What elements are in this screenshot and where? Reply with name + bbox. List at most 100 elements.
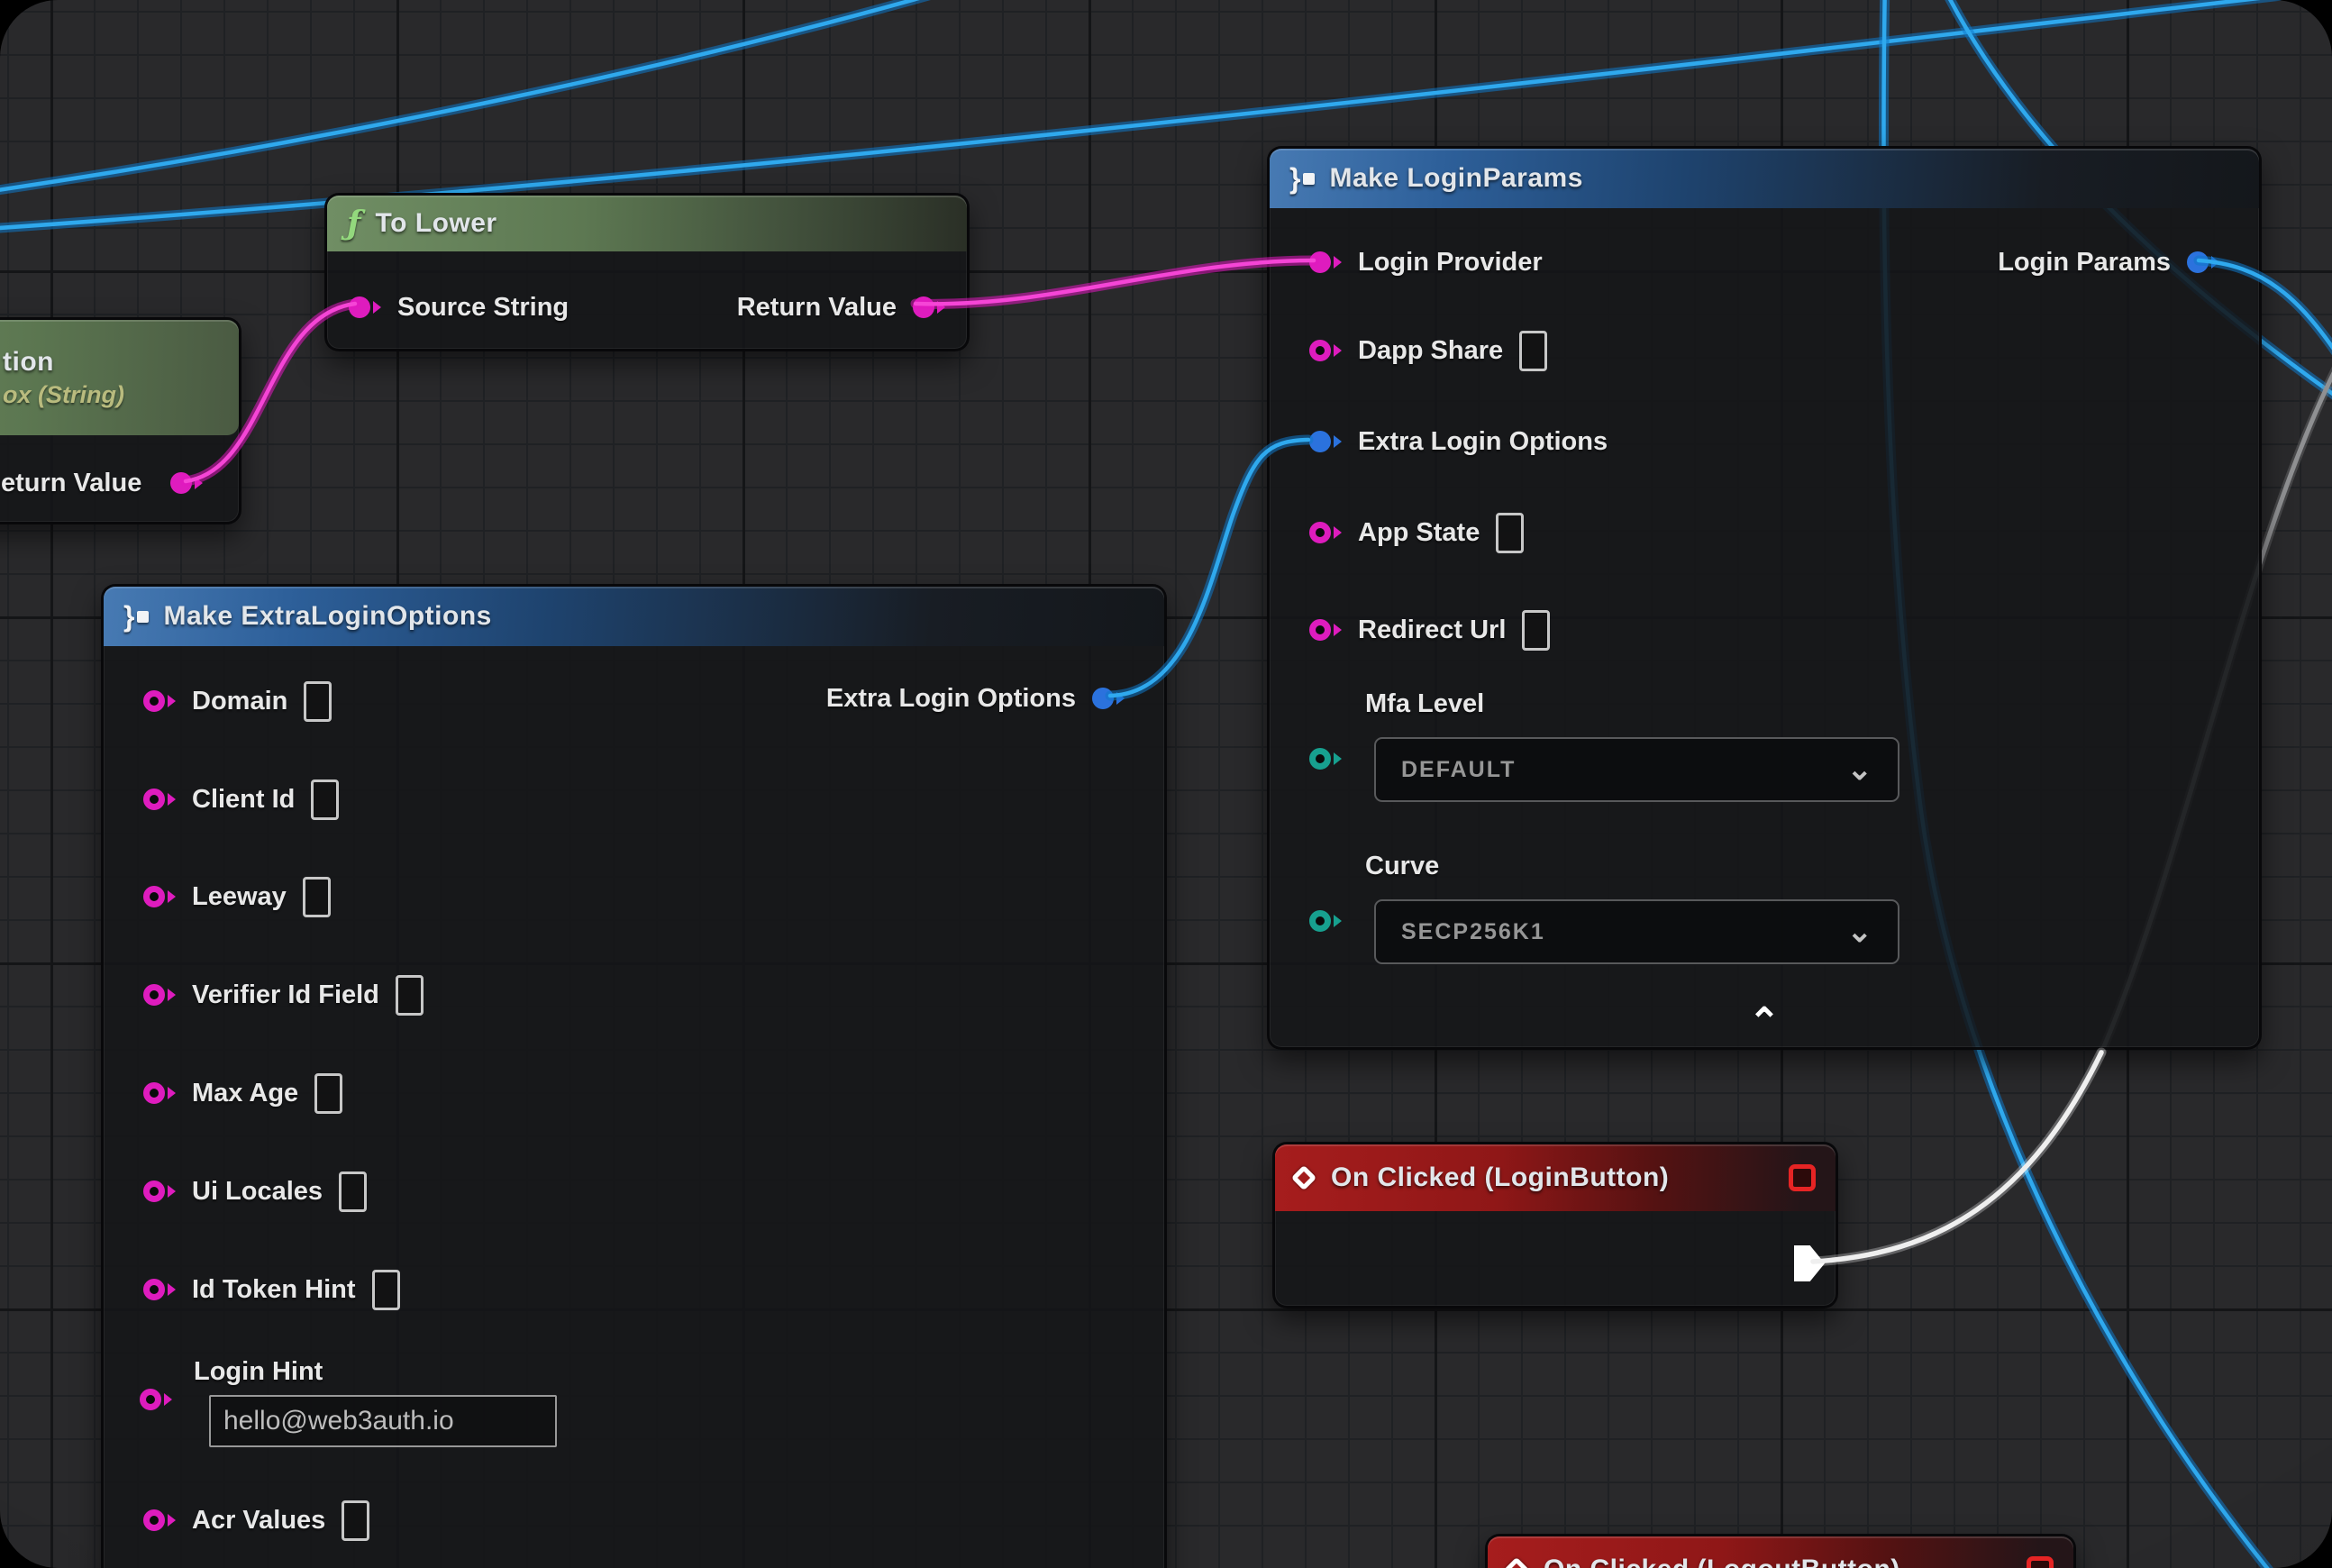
pin-label: Client Id bbox=[192, 785, 295, 815]
event-diamond-icon bbox=[1291, 1165, 1316, 1190]
app-state-input-pin[interactable] bbox=[1309, 522, 1342, 543]
pin-label: Extra Login Options bbox=[826, 684, 1076, 714]
redirect-url-input-pin[interactable] bbox=[1309, 619, 1342, 641]
pin-label: Leeway bbox=[192, 882, 287, 912]
source-string-input-pin[interactable] bbox=[349, 296, 381, 318]
pin-row-acr-values: Acr Values bbox=[104, 1495, 1164, 1545]
node-make-extra-login-options[interactable]: } Make ExtraLoginOptions Domain Extra Lo… bbox=[101, 584, 1167, 1568]
pin-row-extra-login-options-out: Extra Login Options bbox=[104, 673, 1164, 724]
mfa-level-input-pin[interactable] bbox=[1309, 748, 1342, 770]
pin-label: Redirect Url bbox=[1358, 615, 1506, 645]
pin-row-ui-locales: Ui Locales bbox=[104, 1166, 1164, 1217]
node-subtitle-fragment: ox (String) bbox=[3, 381, 124, 409]
collapse-node-button[interactable]: ⌃ bbox=[1270, 1003, 2259, 1041]
acr-values-checkbox[interactable] bbox=[342, 1500, 369, 1541]
extra-login-options-output-pin[interactable] bbox=[1092, 688, 1125, 709]
node-make-login-params[interactable]: } Make LoginParams Login Provider Login … bbox=[1267, 146, 2262, 1050]
node-title: On Clicked (LoginButton) bbox=[1331, 1162, 1669, 1193]
pin-label: Max Age bbox=[192, 1079, 298, 1108]
pin-label: Id Token Hint bbox=[192, 1275, 356, 1305]
node-on-clicked-login-button[interactable]: On Clicked (LoginButton) bbox=[1272, 1142, 1838, 1308]
leeway-checkbox[interactable] bbox=[303, 877, 331, 917]
mfa-level-label: Mfa Level bbox=[1365, 689, 1484, 719]
login-hint-input-pin[interactable] bbox=[140, 1389, 172, 1410]
pure-function-icon: ƒ bbox=[347, 207, 361, 240]
make-struct-icon: } bbox=[1289, 164, 1315, 193]
curve-value: SECP256K1 bbox=[1401, 919, 1545, 945]
node-header[interactable]: On Clicked (LogoutButton) bbox=[1488, 1536, 2073, 1568]
ui-locales-input-pin[interactable] bbox=[143, 1181, 176, 1202]
pin-row-login-params-out: Login Params bbox=[1270, 237, 2259, 287]
pin-label: Source String bbox=[397, 293, 569, 323]
delegate-badge-icon bbox=[1789, 1164, 1816, 1191]
node-title: Make LoginParams bbox=[1329, 163, 1582, 194]
node-header[interactable]: } Make ExtraLoginOptions bbox=[104, 587, 1164, 646]
verifier-id-field-checkbox[interactable] bbox=[396, 975, 424, 1016]
exec-output-pin[interactable] bbox=[1794, 1245, 1825, 1281]
pin-row-verifier-id-field: Verifier Id Field bbox=[104, 970, 1164, 1020]
pin-label: Return Value bbox=[737, 293, 897, 323]
pin-row-redirect-url: Redirect Url bbox=[1270, 605, 2259, 655]
login-hint-label: Login Hint bbox=[194, 1357, 323, 1387]
ui-locales-checkbox[interactable] bbox=[339, 1171, 367, 1212]
client-id-checkbox[interactable] bbox=[311, 779, 339, 820]
curve-label: Curve bbox=[1365, 852, 1439, 881]
curve-input-pin[interactable] bbox=[1309, 910, 1342, 932]
chevron-down-icon: ⌄ bbox=[1847, 761, 1873, 779]
pin-row-return-value-partial: eturn Value bbox=[0, 458, 239, 508]
mfa-level-value: DEFAULT bbox=[1401, 757, 1516, 783]
pin-label: Verifier Id Field bbox=[192, 980, 379, 1010]
node-title-fragment: tion bbox=[3, 347, 54, 378]
extra-login-options-input-pin[interactable] bbox=[1309, 431, 1342, 452]
leeway-input-pin[interactable] bbox=[143, 886, 176, 907]
curve-dropdown[interactable]: SECP256K1 ⌄ bbox=[1374, 899, 1899, 964]
app-state-checkbox[interactable] bbox=[1496, 513, 1524, 553]
redirect-url-checkbox[interactable] bbox=[1522, 610, 1550, 651]
node-header[interactable]: tion ox (String) bbox=[0, 320, 239, 435]
dapp-share-input-pin[interactable] bbox=[1309, 340, 1342, 361]
dapp-share-checkbox[interactable] bbox=[1519, 331, 1547, 371]
pin-label: Extra Login Options bbox=[1358, 427, 1608, 457]
pin-row-client-id: Client Id bbox=[104, 774, 1164, 825]
node-title: On Clicked (LogoutButton) bbox=[1544, 1554, 1900, 1568]
login-params-output-pin[interactable] bbox=[2187, 251, 2219, 273]
pin-row-source-string: Source String Return Value bbox=[327, 282, 967, 333]
return-value-output-pin[interactable] bbox=[913, 296, 945, 318]
max-age-input-pin[interactable] bbox=[143, 1082, 176, 1104]
make-struct-icon: } bbox=[123, 602, 149, 631]
acr-values-input-pin[interactable] bbox=[143, 1509, 176, 1531]
node-title: Make ExtraLoginOptions bbox=[163, 601, 491, 632]
return-value-output-pin[interactable] bbox=[170, 472, 203, 494]
delegate-badge-icon bbox=[2027, 1556, 2054, 1568]
client-id-input-pin[interactable] bbox=[143, 789, 176, 810]
wire-ambient-blue-1[interactable] bbox=[0, 0, 991, 194]
pin-label: App State bbox=[1358, 518, 1480, 548]
node-header[interactable]: ƒ To Lower bbox=[327, 196, 967, 251]
pin-row-id-token-hint: Id Token Hint bbox=[104, 1264, 1164, 1315]
pin-label: Ui Locales bbox=[192, 1177, 323, 1207]
event-diamond-icon bbox=[1504, 1557, 1529, 1568]
node-on-clicked-logout-button[interactable]: On Clicked (LogoutButton) bbox=[1485, 1534, 2076, 1568]
pin-row-dapp-share: Dapp Share bbox=[1270, 325, 2259, 376]
pin-row-max-age: Max Age bbox=[104, 1068, 1164, 1118]
chevron-down-icon: ⌄ bbox=[1847, 923, 1873, 941]
mfa-level-dropdown[interactable]: DEFAULT ⌄ bbox=[1374, 737, 1899, 802]
login-hint-input[interactable] bbox=[209, 1395, 557, 1447]
node-to-lower[interactable]: ƒ To Lower Source String Return Value bbox=[324, 193, 970, 351]
pin-label: Acr Values bbox=[192, 1506, 325, 1536]
pin-row-extra-login-options-in: Extra Login Options bbox=[1270, 416, 2259, 467]
max-age-checkbox[interactable] bbox=[314, 1073, 342, 1114]
pin-label: eturn Value bbox=[1, 469, 141, 498]
pin-row-leeway: Leeway bbox=[104, 871, 1164, 922]
blueprint-canvas[interactable]: tion ox (String) eturn Value ƒ To Lower … bbox=[0, 0, 2332, 1568]
node-title: To Lower bbox=[376, 208, 497, 239]
id-token-hint-input-pin[interactable] bbox=[143, 1279, 176, 1300]
pin-row-app-state: App State bbox=[1270, 507, 2259, 558]
id-token-hint-checkbox[interactable] bbox=[372, 1270, 400, 1310]
pin-label: Dapp Share bbox=[1358, 336, 1503, 366]
node-header[interactable]: } Make LoginParams bbox=[1270, 149, 2259, 208]
pin-label: Login Params bbox=[1998, 248, 2171, 278]
verifier-id-field-input-pin[interactable] bbox=[143, 984, 176, 1006]
node-header[interactable]: On Clicked (LoginButton) bbox=[1275, 1144, 1836, 1211]
node-string-function-partial[interactable]: tion ox (String) eturn Value bbox=[0, 317, 241, 524]
